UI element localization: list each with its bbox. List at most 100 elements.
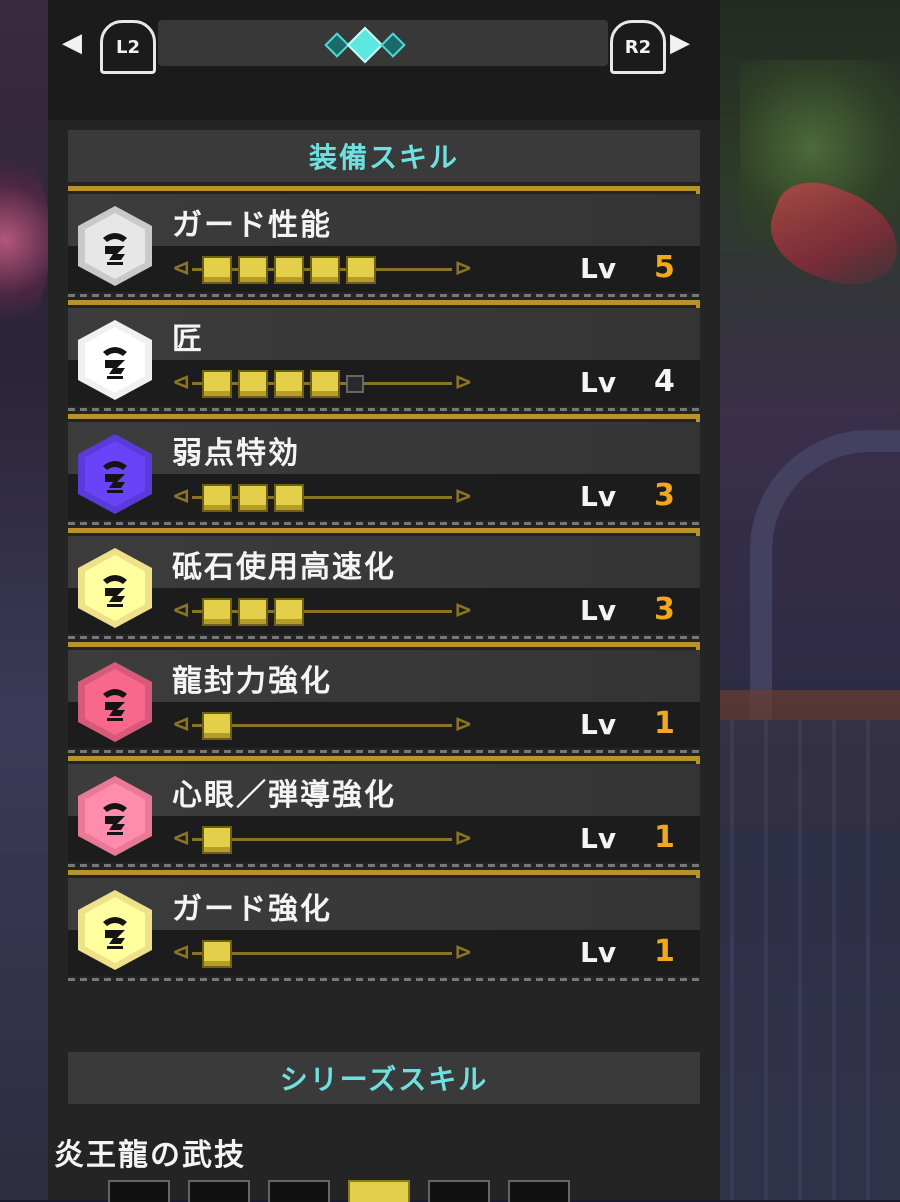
level-pip-filled: [202, 940, 232, 968]
gauge-cells: [202, 598, 304, 626]
level-value: 3: [654, 478, 675, 513]
page-indicator: [324, 26, 406, 64]
level-pip-filled: [202, 826, 232, 854]
row-divider: [68, 408, 700, 411]
skill-name: 心眼／弾導強化: [172, 778, 396, 813]
level-pip-filled: [310, 370, 340, 398]
background-right: [700, 0, 900, 1200]
skill-panel: ◀ L2 R2 ▶ 装備スキル ガード性能 ⊲ ⊳ Lv 5 匠 ⊲ ⊳ Lv 4 弱点特効 ⊲ ⊳ Lv…: [48, 0, 720, 1202]
level-pip-filled: [346, 256, 376, 284]
skill-level-gauge: ⊲ ⊳: [172, 366, 472, 400]
skill-row[interactable]: ガード強化 ⊲ ⊳ Lv 1: [68, 870, 720, 982]
level-value: 3: [654, 592, 675, 627]
row-divider: [68, 978, 700, 981]
level-value: 1: [654, 820, 675, 855]
gauge-right-cap-icon: ⊳: [454, 826, 473, 851]
gauge-right-cap-icon: ⊳: [454, 940, 473, 965]
level-pip-filled: [238, 256, 268, 284]
level-value: 4: [654, 364, 675, 399]
skill-row[interactable]: 弱点特効 ⊲ ⊳ Lv 3: [68, 414, 720, 526]
gauge-left-cap-icon: ⊲: [172, 598, 191, 623]
level-label: Lv: [580, 708, 617, 741]
gauge-left-cap-icon: ⊲: [172, 940, 191, 965]
series-piece-slot: [188, 1180, 250, 1202]
top-nav-bar: ◀ L2 R2 ▶: [48, 0, 720, 120]
level-pip-empty: [346, 375, 364, 393]
series-skill-strip: [108, 1180, 708, 1202]
row-top-line: [68, 300, 700, 305]
skill-level-gauge: ⊲ ⊳: [172, 480, 472, 514]
level-pip-filled: [202, 598, 232, 626]
gauge-right-cap-icon: ⊳: [454, 484, 473, 509]
equip-skills-header: 装備スキル: [68, 130, 700, 182]
series-skills-title: シリーズスキル: [279, 1063, 489, 1096]
level-pip-filled: [238, 484, 268, 512]
level-value: 5: [654, 250, 675, 285]
gauge-right-cap-icon: ⊳: [454, 598, 473, 623]
l2-button[interactable]: L2: [100, 20, 156, 74]
level-pip-filled: [274, 256, 304, 284]
level-label: Lv: [580, 936, 617, 969]
page-dot-active[interactable]: [346, 26, 384, 64]
skill-name: ガード強化: [172, 892, 332, 927]
skill-row[interactable]: 砥石使用高速化 ⊲ ⊳ Lv 3: [68, 528, 720, 640]
row-divider: [68, 636, 700, 639]
row-name-bar: [68, 422, 700, 474]
series-piece-slot: [108, 1180, 170, 1202]
level-pip-filled: [310, 256, 340, 284]
row-name-bar: [68, 650, 700, 702]
skill-row[interactable]: 龍封力強化 ⊲ ⊳ Lv 1: [68, 642, 720, 754]
skill-row[interactable]: ガード性能 ⊲ ⊳ Lv 5: [68, 186, 720, 298]
series-piece-slot-active: [348, 1180, 410, 1202]
skill-row[interactable]: 匠 ⊲ ⊳ Lv 4: [68, 300, 720, 412]
gauge-cells: [202, 256, 376, 284]
skill-level-gauge: ⊲ ⊳: [172, 936, 472, 970]
next-arrow-icon[interactable]: ▶: [670, 28, 690, 58]
skill-level-gauge: ⊲ ⊳: [172, 708, 472, 742]
level-label: Lv: [580, 252, 617, 285]
skill-name: 匠: [172, 322, 204, 357]
level-label: Lv: [580, 366, 617, 399]
level-pip-filled: [202, 484, 232, 512]
row-name-bar: [68, 308, 700, 360]
level-pip-filled: [274, 598, 304, 626]
level-pip-filled: [274, 370, 304, 398]
skill-level-gauge: ⊲ ⊳: [172, 594, 472, 628]
level-label: Lv: [580, 480, 617, 513]
skill-row[interactable]: 心眼／弾導強化 ⊲ ⊳ Lv 1: [68, 756, 720, 868]
gauge-cells: [202, 940, 232, 968]
level-label: Lv: [580, 822, 617, 855]
skill-name: 龍封力強化: [172, 664, 332, 699]
page-dot[interactable]: [380, 32, 406, 58]
r2-button[interactable]: R2: [610, 20, 666, 74]
row-name-bar: [68, 878, 700, 930]
row-divider: [68, 864, 700, 867]
skill-level-gauge: ⊲ ⊳: [172, 252, 472, 286]
level-pip-filled: [202, 712, 232, 740]
row-divider: [68, 750, 700, 753]
background-glow: [0, 140, 50, 340]
level-pip-filled: [202, 256, 232, 284]
level-pip-filled: [238, 370, 268, 398]
level-pip-filled: [202, 370, 232, 398]
level-value: 1: [654, 934, 675, 969]
gauge-left-cap-icon: ⊲: [172, 712, 191, 737]
series-skill-name[interactable]: 炎王龍の武技: [54, 1130, 246, 1174]
row-top-line: [68, 414, 700, 419]
gauge-left-cap-icon: ⊲: [172, 256, 191, 281]
equip-skills-title: 装備スキル: [308, 141, 459, 174]
gauge-left-cap-icon: ⊲: [172, 826, 191, 851]
skill-name: ガード性能: [172, 208, 332, 243]
gauge-cells: [202, 712, 232, 740]
series-piece-slot: [508, 1180, 570, 1202]
skill-name: 砥石使用高速化: [172, 550, 396, 585]
row-name-bar: [68, 194, 700, 246]
row-divider: [68, 522, 700, 525]
row-top-line: [68, 642, 700, 647]
gauge-cells: [202, 370, 364, 398]
row-top-line: [68, 186, 700, 191]
skill-level-gauge: ⊲ ⊳: [172, 822, 472, 856]
gauge-cells: [202, 826, 232, 854]
prev-arrow-icon[interactable]: ◀: [62, 28, 82, 58]
gauge-left-cap-icon: ⊲: [172, 484, 191, 509]
